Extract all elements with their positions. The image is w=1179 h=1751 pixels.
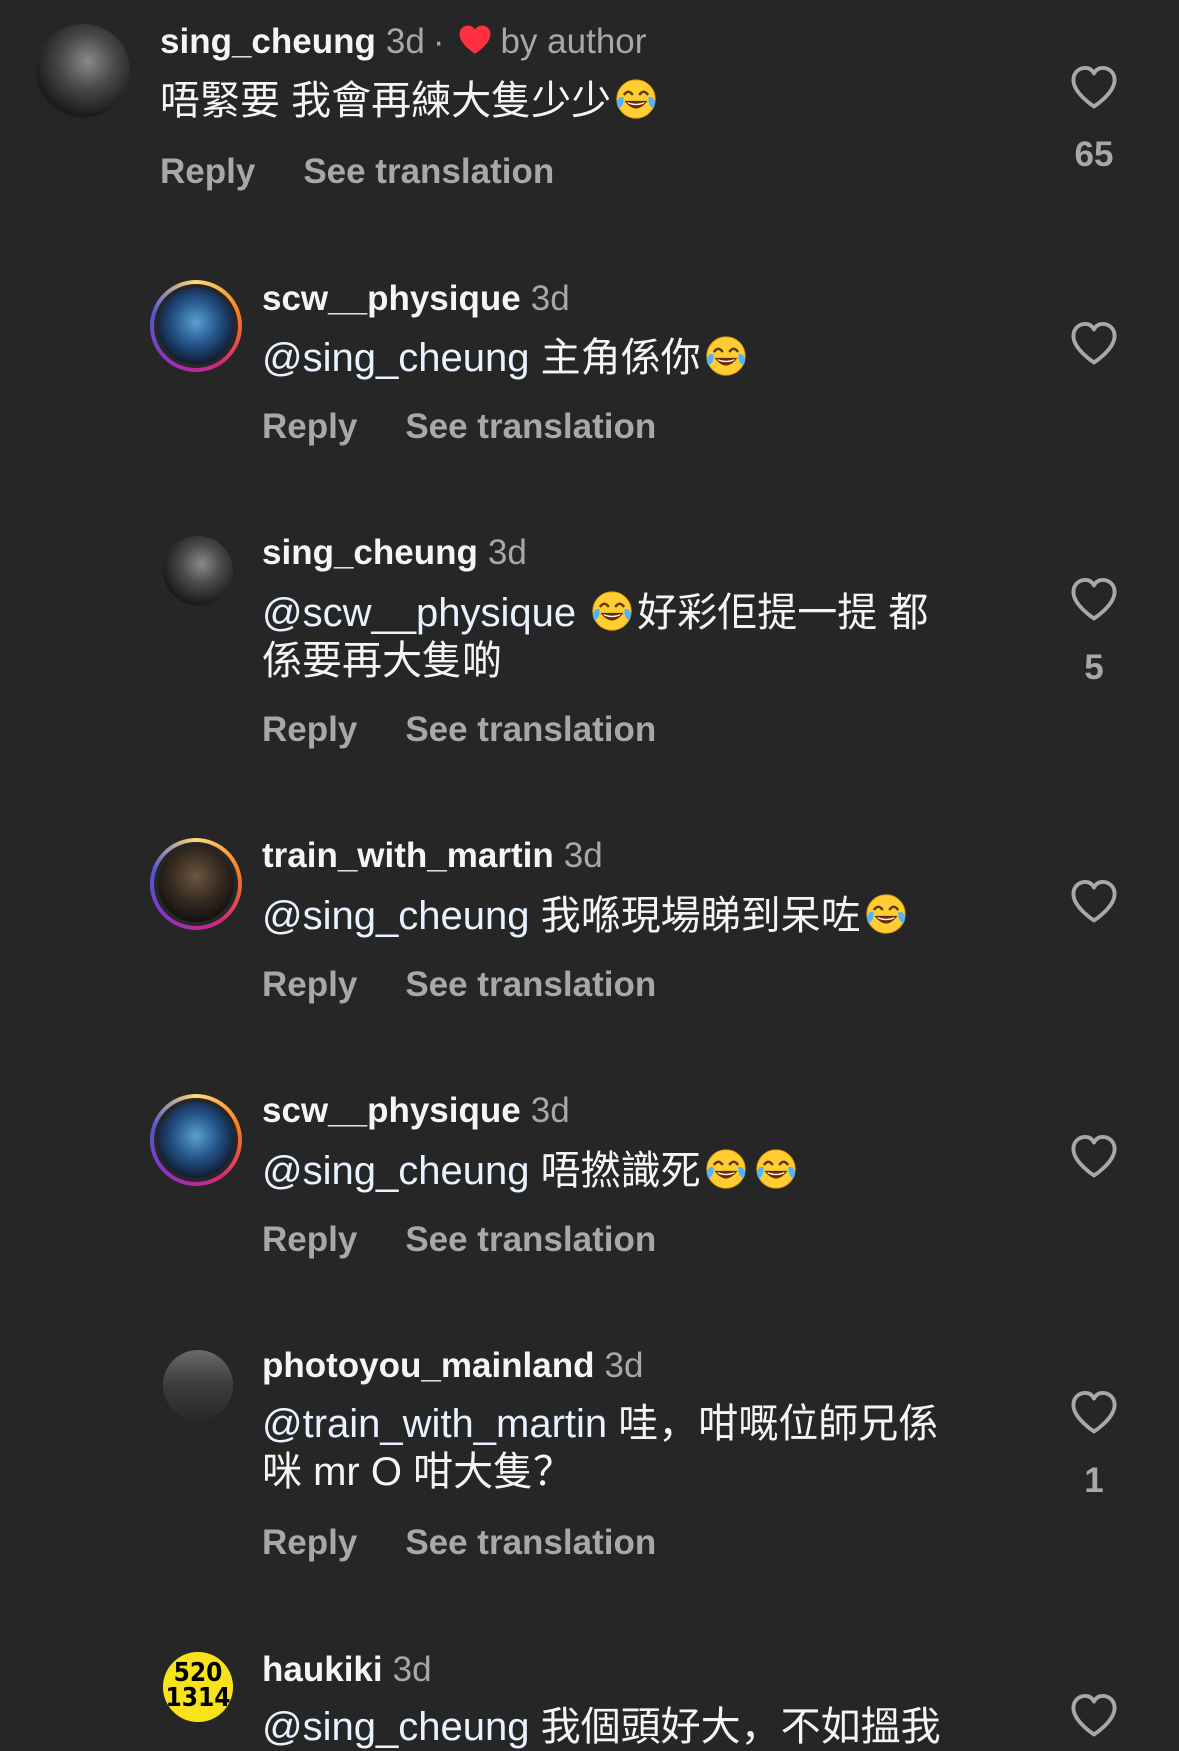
comment-text: @sing_cheung 我個頭好大，不如搵我 — [262, 1703, 1022, 1751]
username[interactable]: scw__physique — [262, 1091, 521, 1130]
comment-meta: scw__physique 3d — [262, 1091, 570, 1131]
avatar[interactable] — [150, 1094, 242, 1186]
heart-icon[interactable] — [1068, 1387, 1120, 1439]
comment-meta: train_with_martin 3d — [262, 836, 603, 876]
comment-body: 好彩佢提一提 都 — [637, 591, 929, 635]
avatar-text-line2: 1314 — [165, 1683, 231, 1713]
comment-body: 主角係你 — [540, 336, 701, 380]
comment-text: @scw__physique 好彩佢提一提 都係要再大隻啲 — [262, 588, 1022, 685]
comment-meta: sing_cheung 3d — [262, 533, 527, 573]
comment-actions: Reply See translation — [262, 1220, 656, 1260]
comment-meta: photoyou_mainland 3d — [262, 1346, 643, 1386]
avatar[interactable] — [36, 24, 130, 118]
see-translation-button[interactable]: See translation — [405, 710, 656, 749]
comment-text: 唔緊要 我會再練大隻少少 — [160, 76, 920, 125]
heart-icon[interactable] — [1068, 1131, 1120, 1183]
comment-body: 唔撚識死 — [540, 1149, 701, 1193]
joy-emoji-icon — [703, 333, 749, 379]
like-count[interactable]: 1 — [1040, 1461, 1148, 1501]
username[interactable]: haukiki — [262, 1650, 383, 1689]
comment-body-line2: 咪 mr O 咁大隻？ — [262, 1450, 574, 1494]
comment-text: @sing_cheung 唔撚識死 — [262, 1146, 1022, 1195]
comment-body: 唔緊要 我會再練大隻少少 — [160, 79, 612, 123]
comment-body: 我個頭好大，不如搵我 — [540, 1705, 941, 1749]
like-count[interactable]: 65 — [1040, 135, 1148, 175]
reply-button[interactable]: Reply — [262, 407, 357, 446]
comment-body: 我喺現場睇到呆咗 — [540, 894, 861, 938]
joy-emoji-icon — [753, 1146, 799, 1192]
username[interactable]: sing_cheung — [262, 533, 478, 572]
see-translation-button[interactable]: See translation — [303, 152, 554, 191]
avatar[interactable] — [163, 536, 233, 606]
reply-button[interactable]: Reply — [262, 1523, 357, 1562]
username[interactable]: train_with_martin — [262, 836, 554, 875]
mention-link[interactable]: @sing_cheung — [262, 1705, 529, 1749]
comment-meta: haukiki 3d — [262, 1650, 432, 1690]
heart-icon[interactable] — [1068, 1690, 1120, 1742]
comment-actions: Reply See translation — [262, 710, 656, 750]
comment-body-line2: 係要再大隻啲 — [262, 639, 502, 683]
comment-text: @sing_cheung 主角係你 — [262, 333, 1022, 382]
comment-actions: Reply See translation — [262, 1523, 656, 1563]
username[interactable]: sing_cheung — [160, 22, 376, 61]
mention-link[interactable]: @sing_cheung — [262, 336, 529, 380]
comment-body: 哇，咁嘅位師兄係 — [607, 1402, 939, 1446]
see-translation-button[interactable]: See translation — [405, 965, 656, 1004]
mention-link[interactable]: @sing_cheung — [262, 1149, 529, 1193]
username[interactable]: scw__physique — [262, 279, 521, 318]
comment-text: @train_with_martin 哇，咁嘅位師兄係咪 mr O 咁大隻？ — [262, 1400, 1022, 1496]
timestamp: 3d — [604, 1346, 644, 1385]
reply-button[interactable]: Reply — [262, 965, 357, 1004]
mention-link[interactable]: @sing_cheung — [262, 894, 529, 938]
comment-meta: scw__physique 3d — [262, 279, 570, 319]
joy-emoji-icon — [589, 588, 635, 634]
heart-icon[interactable] — [1068, 62, 1120, 114]
avatar[interactable] — [150, 838, 242, 930]
timestamp: 3d — [487, 533, 527, 572]
reply-button[interactable]: Reply — [262, 710, 357, 749]
by-author-label: by author — [500, 22, 647, 61]
timestamp: 3d — [385, 22, 425, 61]
see-translation-button[interactable]: See translation — [405, 1220, 656, 1259]
see-translation-button[interactable]: See translation — [405, 407, 656, 446]
heart-icon[interactable] — [1068, 876, 1120, 928]
heart-icon[interactable] — [1068, 574, 1120, 626]
comment-text: @sing_cheung 我喺現場睇到呆咗 — [262, 891, 1022, 940]
separator-dot: · — [432, 22, 445, 61]
username[interactable]: photoyou_mainland — [262, 1346, 595, 1385]
mention-link[interactable]: @scw__physique — [262, 591, 576, 635]
avatar[interactable]: 520 1314 — [163, 1652, 233, 1722]
timestamp: 3d — [530, 1091, 570, 1130]
avatar[interactable] — [150, 280, 242, 372]
like-count[interactable]: 5 — [1040, 648, 1148, 688]
heart-icon[interactable] — [1068, 318, 1120, 370]
comment-actions: Reply See translation — [262, 965, 656, 1005]
joy-emoji-icon — [613, 76, 659, 122]
comment-actions: Reply See translation — [160, 152, 554, 192]
comment-meta: sing_cheung 3d · by author — [160, 22, 646, 65]
reply-button[interactable]: Reply — [160, 152, 255, 191]
joy-emoji-icon — [863, 891, 909, 937]
timestamp: 3d — [392, 1650, 432, 1689]
comment-actions: Reply See translation — [262, 407, 656, 447]
see-translation-button[interactable]: See translation — [405, 1523, 656, 1562]
mention-link[interactable]: @train_with_martin — [262, 1402, 607, 1446]
joy-emoji-icon — [703, 1146, 749, 1192]
reply-button[interactable]: Reply — [262, 1220, 357, 1259]
timestamp: 3d — [563, 836, 603, 875]
heart-filled-icon — [456, 22, 494, 65]
avatar[interactable] — [163, 1350, 233, 1420]
timestamp: 3d — [530, 279, 570, 318]
